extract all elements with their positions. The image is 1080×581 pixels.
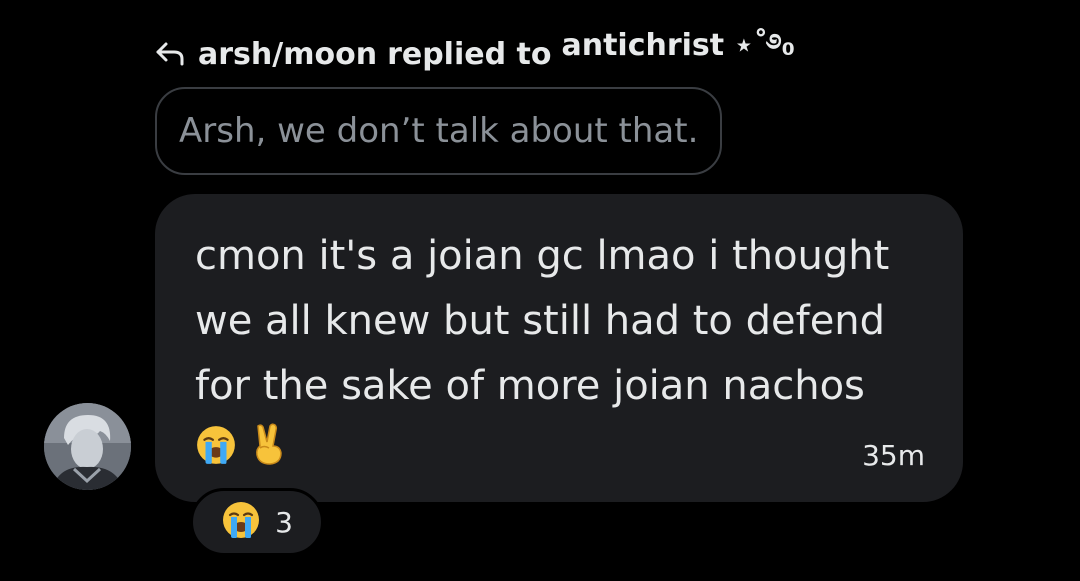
victory-hand-icon [250, 421, 286, 486]
message-text: cmon it's a joian gc lmao i thought we a… [195, 233, 890, 409]
reaction-count: 3 [275, 505, 293, 539]
quoted-message[interactable]: Arsh, we don’t talk about that. [155, 87, 723, 175]
reaction-pill[interactable]: 3 [190, 488, 324, 556]
message-content: cmon it's a joian gc lmao i thought we a… [195, 224, 915, 486]
avatar[interactable] [44, 403, 131, 490]
reply-arrow-icon [152, 36, 188, 72]
loudly-crying-face-icon [195, 421, 237, 486]
loudly-crying-face-icon [221, 500, 261, 544]
reply-target[interactable]: antichrist ⋆˚࿔₀ [561, 12, 794, 96]
message-bubble[interactable]: cmon it's a joian gc lmao i thought we a… [155, 194, 963, 502]
quoted-message-text: Arsh, we don’t talk about that. [179, 111, 699, 151]
reply-author[interactable]: arsh/moon [198, 37, 377, 72]
message-timestamp: 35m [862, 439, 925, 472]
reply-verb: replied to [387, 36, 552, 72]
reply-context: arsh/moon replied to antichrist ⋆˚࿔₀ [152, 28, 795, 78]
dm-conversation: arsh/moon replied to antichrist ⋆˚࿔₀ Ars… [0, 0, 1080, 581]
